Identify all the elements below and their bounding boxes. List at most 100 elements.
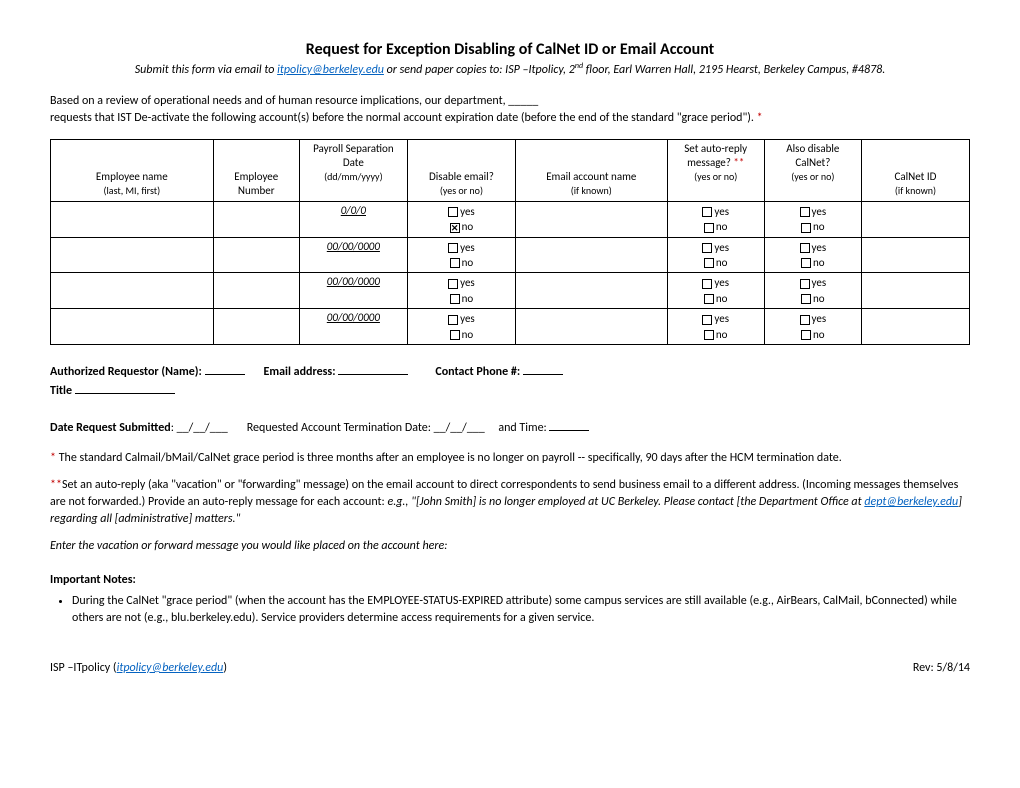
cell-email-account[interactable] [515,201,667,237]
cell-employee-number[interactable] [213,273,299,309]
th-disable-email: Disable email? (yes or no) [407,139,515,201]
cell-email-account[interactable] [515,237,667,273]
submit-email-link[interactable]: itpolicy@berkeley.edu [277,63,384,77]
checkbox-no-icon[interactable] [704,294,714,304]
time-field[interactable] [549,430,589,431]
submit-prefix: Submit this form via email to [135,63,277,77]
cell-also-disable[interactable]: yes no [764,237,861,273]
cell-disable-email[interactable]: yesno [407,309,515,345]
label-yes: yes [812,312,827,325]
checkbox-yes-icon[interactable] [702,279,712,289]
requestor-title-label: Title [50,384,75,398]
cell-also-disable[interactable]: yesno [764,201,861,237]
cell-autoreply[interactable]: yesno [667,201,764,237]
cell-calnet-id[interactable] [861,237,969,273]
th-calnet-id-label: CalNet ID [895,170,937,183]
important-notes: Important Notes: During the CalNet "grac… [50,572,970,626]
checkbox-yes-icon[interactable] [800,243,810,253]
requestor-email-label: Email address: [264,365,339,379]
checkbox-yes-icon[interactable] [448,207,458,217]
submit-suffix-sup: nd [575,61,583,71]
checkbox-no-icon[interactable] [801,330,811,340]
checkbox-yes-icon[interactable] [800,279,810,289]
label-no: no [813,328,825,341]
dept-email-link[interactable]: dept@berkeley.edu [864,495,958,509]
cell-disable-email[interactable]: yesno [407,237,515,273]
cell-also-disable[interactable]: yes no [764,309,861,345]
checkbox-yes-icon[interactable] [448,315,458,325]
checkbox-yes-icon[interactable] [448,279,458,289]
requestor-email-field[interactable] [338,374,408,375]
th-also-disable: Also disable CalNet? (yes or no) [764,139,861,201]
cell-employee-name[interactable] [51,309,214,345]
cell-employee-name[interactable] [51,237,214,273]
cell-date[interactable]: 0/0/0 [299,201,407,237]
table-row: 00/00/0000 yesno yesno yesno [51,237,970,273]
checkbox-no-icon[interactable] [801,223,811,233]
checkbox-no-icon[interactable] [704,223,714,233]
cell-date[interactable]: 00/00/0000 [299,273,407,309]
date-submitted-field[interactable]: __/__/___ [177,421,228,435]
termination-date-field[interactable]: __/__/___ [434,421,485,435]
cell-calnet-id[interactable] [861,201,969,237]
label-no: no [813,292,825,305]
th-payroll-sep: Payroll Separation Date (dd/mm/yyyy) [299,139,407,201]
label-no: no [716,328,728,341]
th-calnet-id-sub: (if known) [895,184,936,197]
label-yes: yes [812,276,827,289]
label-yes: yes [714,241,729,254]
th-email-account: Email account name (if known) [515,139,667,201]
cell-date[interactable]: 00/00/0000 [299,309,407,345]
footnote-2-example-prefix: e.g., "[John Smith] is no longer employe… [387,495,864,509]
footer-email-link[interactable]: itpolicy@berkeley.edu [117,661,224,675]
checkbox-no-icon[interactable] [801,258,811,268]
cell-also-disable[interactable]: yes no [764,273,861,309]
label-no: no [462,328,474,341]
cell-calnet-id[interactable] [861,309,969,345]
cell-autoreply[interactable]: yesno [667,273,764,309]
checkbox-yes-icon[interactable] [800,207,810,217]
th-email-account-sub: (if known) [571,184,612,197]
cell-employee-number[interactable] [213,201,299,237]
checkbox-no-icon[interactable] [450,294,460,304]
th-payroll-sep-sub: (dd/mm/yyyy) [324,170,383,183]
label-yes: yes [812,241,827,254]
label-yes: yes [714,312,729,325]
footer-left-prefix: ISP –ITpolicy ( [50,661,117,675]
submit-suffix-tail: floor, Earl Warren Hall, 2195 Hearst, Be… [583,63,885,77]
table-row: 0/0/0 yes✕no yesno yesno [51,201,970,237]
checkbox-yes-icon[interactable] [448,243,458,253]
page-title: Request for Exception Disabling of CalNe… [50,40,970,59]
cell-email-account[interactable] [515,273,667,309]
cell-employee-name[interactable] [51,273,214,309]
cell-employee-number[interactable] [213,309,299,345]
requestor-phone-field[interactable] [523,374,563,375]
label-no: no [813,256,825,269]
checkbox-no-icon[interactable]: ✕ [450,223,460,233]
th-autoreply-mark: ** [733,156,744,169]
cell-disable-email[interactable]: yesno [407,273,515,309]
checkbox-no-icon[interactable] [450,258,460,268]
cell-autoreply[interactable]: yes no [667,309,764,345]
checkbox-no-icon[interactable] [704,258,714,268]
date-submitted-label: Date Request Submitted [50,421,171,435]
checkbox-yes-icon[interactable] [702,315,712,325]
checkbox-yes-icon[interactable] [702,243,712,253]
checkbox-no-icon[interactable] [801,294,811,304]
cell-employee-name[interactable] [51,201,214,237]
cell-email-account[interactable] [515,309,667,345]
requestor-name-field[interactable] [205,374,245,375]
checkbox-no-icon[interactable] [704,330,714,340]
cell-calnet-id[interactable] [861,273,969,309]
requestor-title-field[interactable] [75,393,175,394]
checkbox-no-icon[interactable] [450,330,460,340]
cell-date[interactable]: 00/00/0000 [299,237,407,273]
footnote-2: **Set an auto-reply (aka "vacation" or "… [50,477,970,527]
label-yes: yes [460,276,475,289]
checkbox-yes-icon[interactable] [702,207,712,217]
cell-employee-number[interactable] [213,237,299,273]
cell-autoreply[interactable]: yesno [667,237,764,273]
submit-mid: or send paper copies to: [384,63,505,77]
cell-disable-email[interactable]: yes✕no [407,201,515,237]
checkbox-yes-icon[interactable] [800,315,810,325]
